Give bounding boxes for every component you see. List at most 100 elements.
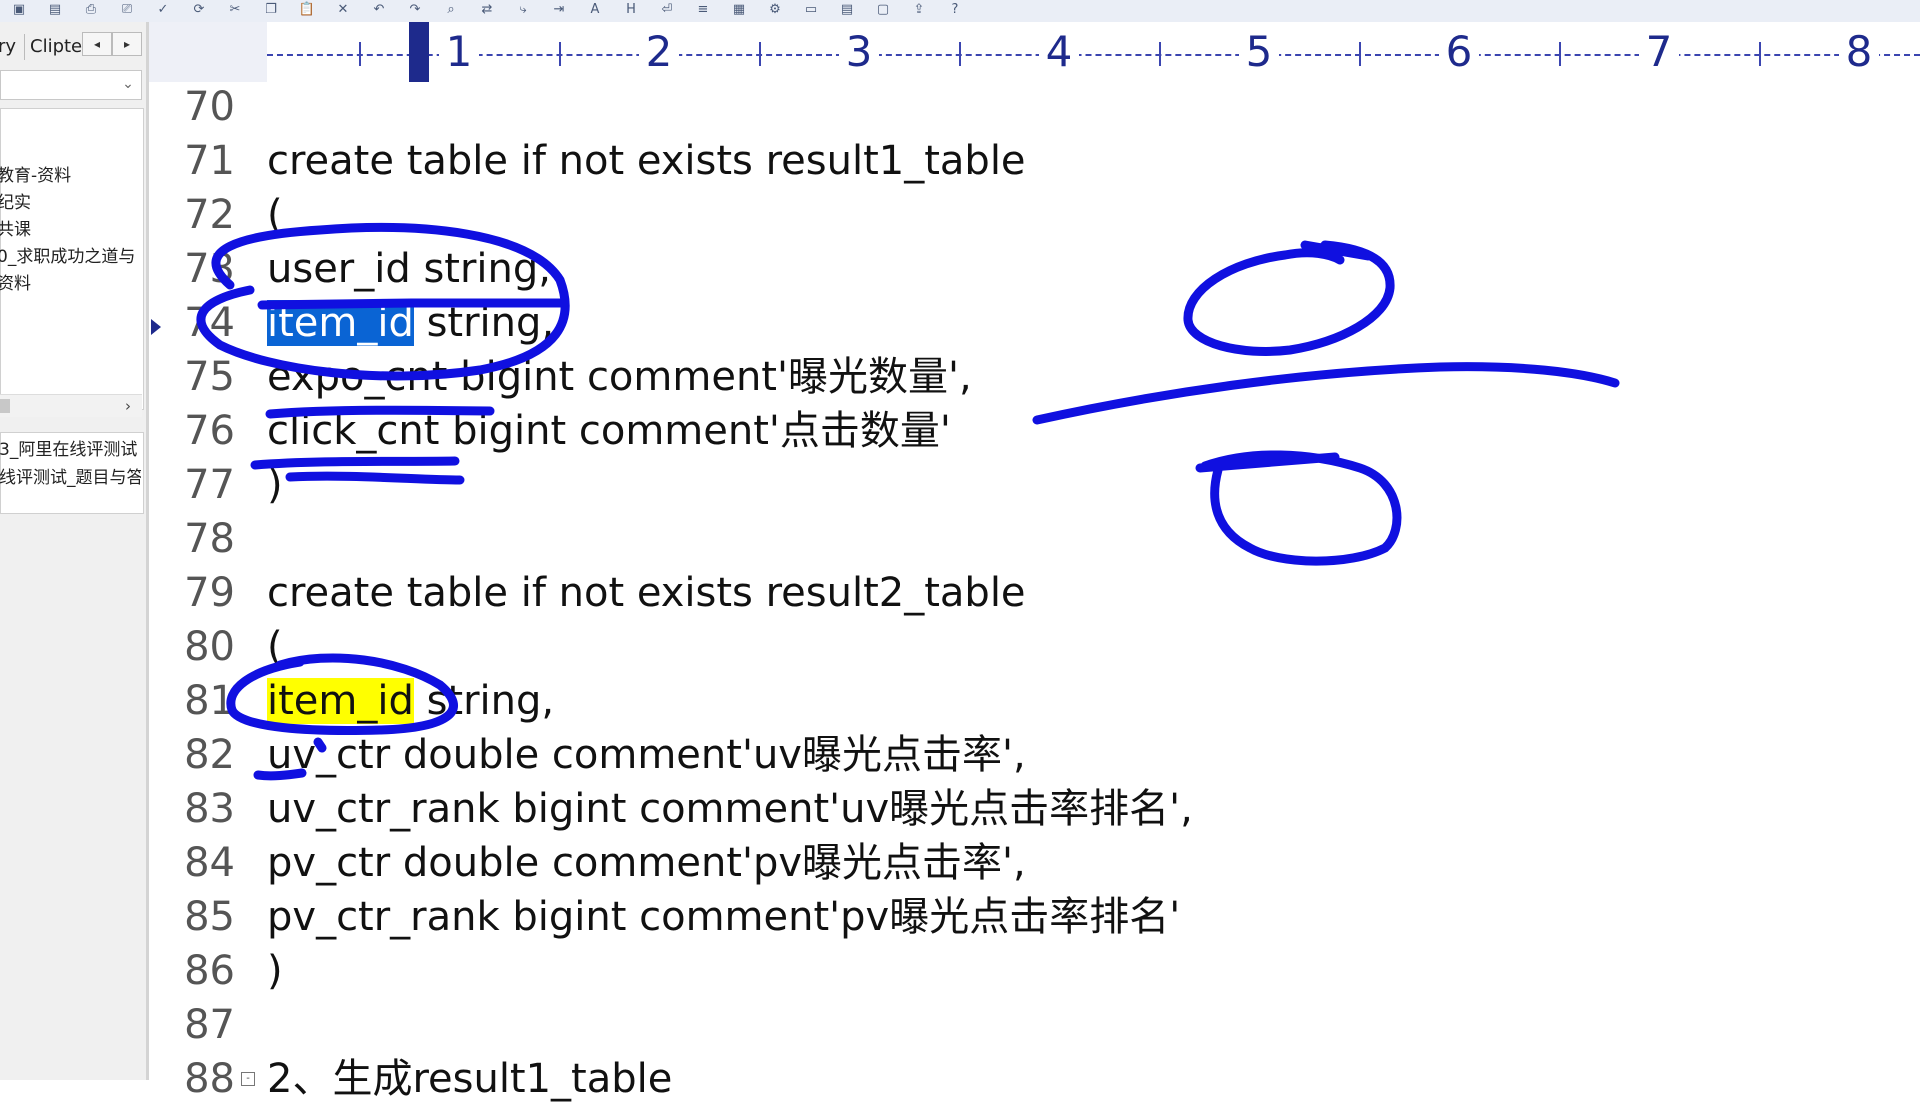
find-icon[interactable]: ⌕ bbox=[440, 1, 462, 19]
code-line[interactable]: 74 item_id string, bbox=[149, 296, 1920, 350]
code-line[interactable]: 88-2、生成result1_table bbox=[149, 1052, 1920, 1106]
cut-icon[interactable]: ✂ bbox=[224, 1, 246, 19]
code-text: uv_ctr double comment'uv曝光点击率', bbox=[267, 732, 1026, 778]
ruler-number: 6 bbox=[1439, 28, 1479, 76]
ruler-number: 2 bbox=[639, 28, 679, 76]
code-line[interactable]: 77) bbox=[149, 458, 1920, 512]
line-number: 79 bbox=[184, 570, 235, 616]
document-icon[interactable]: ▭ bbox=[800, 1, 822, 19]
word-wrap-icon[interactable]: ⏎ bbox=[656, 1, 678, 19]
tree-item-label: 求职成功之道与 bbox=[16, 247, 136, 267]
tab-prev-button[interactable]: ◂ bbox=[82, 32, 112, 56]
ruler-tick bbox=[559, 42, 561, 66]
line-number: 83 bbox=[184, 786, 235, 832]
code-text: 2、生成result1_table bbox=[267, 1056, 673, 1102]
line-number: 77 bbox=[184, 462, 235, 508]
code-line[interactable]: 82 uv_ctr double comment'uv曝光点击率', bbox=[149, 728, 1920, 782]
file-item[interactable]: 3_阿里在线评测试 bbox=[0, 437, 141, 463]
fold-toggle-icon[interactable]: - bbox=[241, 1072, 255, 1086]
tree-horizontal-scrollbar[interactable]: › bbox=[0, 394, 142, 417]
code-line[interactable]: 78 bbox=[149, 512, 1920, 566]
code-line[interactable]: 71 create table if not exists result1_tab… bbox=[149, 134, 1920, 188]
column-ruler: 1 2 3 4 5 6 7 8 bbox=[149, 22, 1920, 84]
copy-icon[interactable]: ❐ bbox=[260, 1, 282, 19]
font-icon[interactable]: A bbox=[584, 1, 606, 19]
undo-icon[interactable]: ↶ bbox=[368, 1, 390, 19]
tree-item[interactable]: 资料 bbox=[0, 271, 143, 297]
line-number: 85 bbox=[184, 894, 235, 940]
line-number: 80 bbox=[184, 624, 235, 670]
code-line[interactable]: 84 pv_ctr double comment'pv曝光点击率', bbox=[149, 836, 1920, 890]
ruler-tick bbox=[1159, 42, 1161, 66]
file-item[interactable]: 线评测试_题目与答 bbox=[0, 465, 141, 491]
code-line[interactable]: 81 item_id string, bbox=[149, 674, 1920, 728]
file-list[interactable]: 3_阿里在线评测试 线评测试_题目与答 bbox=[0, 432, 144, 514]
settings-icon[interactable]: ⚙ bbox=[764, 1, 786, 19]
code-text: create table if not exists result2_table bbox=[267, 570, 1026, 616]
code-line[interactable]: 87 bbox=[149, 998, 1920, 1052]
code-line[interactable]: 85 pv_ctr_rank bigint comment'pv曝光点击率排名' bbox=[149, 890, 1920, 944]
file-item-label: _阿里在线评测试 bbox=[9, 440, 138, 460]
folder-dropdown[interactable]: ⌄ bbox=[0, 70, 142, 100]
chevron-right-icon: ▸ bbox=[123, 37, 131, 51]
line-number: 74 bbox=[184, 300, 235, 346]
code-text: item_id string, bbox=[267, 300, 555, 346]
help-icon[interactable]: ? bbox=[944, 1, 966, 19]
chevron-down-icon: ⌄ bbox=[122, 76, 134, 92]
tree-item[interactable]: 纪实 bbox=[0, 190, 143, 216]
replace-icon[interactable]: ⇄ bbox=[476, 1, 498, 19]
reload-icon[interactable]: ⟳ bbox=[188, 1, 210, 19]
goto-icon[interactable]: ⤷ bbox=[512, 1, 534, 19]
indent-icon[interactable]: ⇥ bbox=[548, 1, 570, 19]
tree-item[interactable]: 0_求职成功之道与 bbox=[0, 244, 143, 270]
hex-icon[interactable]: H bbox=[620, 1, 642, 19]
code-line[interactable]: 76 click_cnt bigint comment'点击数量' bbox=[149, 404, 1920, 458]
highlighted-text: item_id bbox=[267, 678, 414, 724]
code-line[interactable]: 72 ( bbox=[149, 188, 1920, 242]
column-mode-icon[interactable]: ▦ bbox=[728, 1, 750, 19]
tab-next-button[interactable]: ▸ bbox=[112, 32, 142, 56]
code-line[interactable]: 80 ( bbox=[149, 620, 1920, 674]
ruler-tick bbox=[1759, 42, 1761, 66]
save-icon[interactable]: ▣ bbox=[8, 1, 30, 19]
code-text: ) bbox=[267, 948, 283, 994]
print-icon[interactable]: ⎚ bbox=[116, 1, 138, 19]
code-line[interactable]: 75 expo_cnt bigint comment'曝光数量', bbox=[149, 350, 1920, 404]
tree-item[interactable]: 共课 bbox=[0, 217, 143, 243]
code-editor[interactable]: 70 71 create table if not exists result1_t… bbox=[149, 80, 1920, 1102]
save-all-icon[interactable]: ▤ bbox=[44, 1, 66, 19]
tab-history[interactable]: ry bbox=[0, 34, 22, 60]
redo-icon[interactable]: ↷ bbox=[404, 1, 426, 19]
code-line[interactable]: 83 uv_ctr_rank bigint comment'uv曝光点击率排名', bbox=[149, 782, 1920, 836]
line-number: 71 bbox=[184, 138, 235, 184]
ruler-number: 3 bbox=[839, 28, 879, 76]
ruler-number: 5 bbox=[1239, 28, 1279, 76]
ruler-tick bbox=[759, 42, 761, 66]
line-number: 81 bbox=[184, 678, 235, 724]
open-doc-icon[interactable]: ▢ bbox=[872, 1, 894, 19]
ruler-tick bbox=[359, 42, 361, 66]
ruler-number: 1 bbox=[439, 28, 479, 76]
line-number: 78 bbox=[184, 516, 235, 562]
code-text: user_id string, bbox=[267, 246, 552, 292]
paste-icon[interactable]: 📋 bbox=[296, 1, 318, 19]
export-icon[interactable]: ⇪ bbox=[908, 1, 930, 19]
code-line[interactable]: 70 bbox=[149, 80, 1920, 134]
line-number: 87 bbox=[184, 1002, 235, 1048]
folder-tree[interactable]: 教育-资料 纪实 共课 0_求职成功之道与 资料 bbox=[0, 108, 144, 410]
chevron-left-icon: ◂ bbox=[93, 37, 101, 51]
line-number: 86 bbox=[184, 948, 235, 994]
spellcheck-icon[interactable]: ✓ bbox=[152, 1, 174, 19]
line-numbers-icon[interactable]: ≡ bbox=[692, 1, 714, 19]
document-list-icon[interactable]: ▤ bbox=[836, 1, 858, 19]
scroll-thumb[interactable] bbox=[0, 399, 10, 413]
ruler-number: 7 bbox=[1639, 28, 1679, 76]
code-line[interactable]: 73 user_id string, bbox=[149, 242, 1920, 296]
tree-item[interactable]: 教育-资料 bbox=[0, 163, 143, 189]
code-line[interactable]: 86) bbox=[149, 944, 1920, 998]
code-line[interactable]: 79 create table if not exists result2_tab… bbox=[149, 566, 1920, 620]
scroll-right-icon[interactable]: › bbox=[120, 395, 136, 417]
code-text: create table if not exists result1_table bbox=[267, 138, 1026, 184]
delete-icon[interactable]: ✕ bbox=[332, 1, 354, 19]
print-preview-icon[interactable]: ⎙ bbox=[80, 1, 102, 19]
